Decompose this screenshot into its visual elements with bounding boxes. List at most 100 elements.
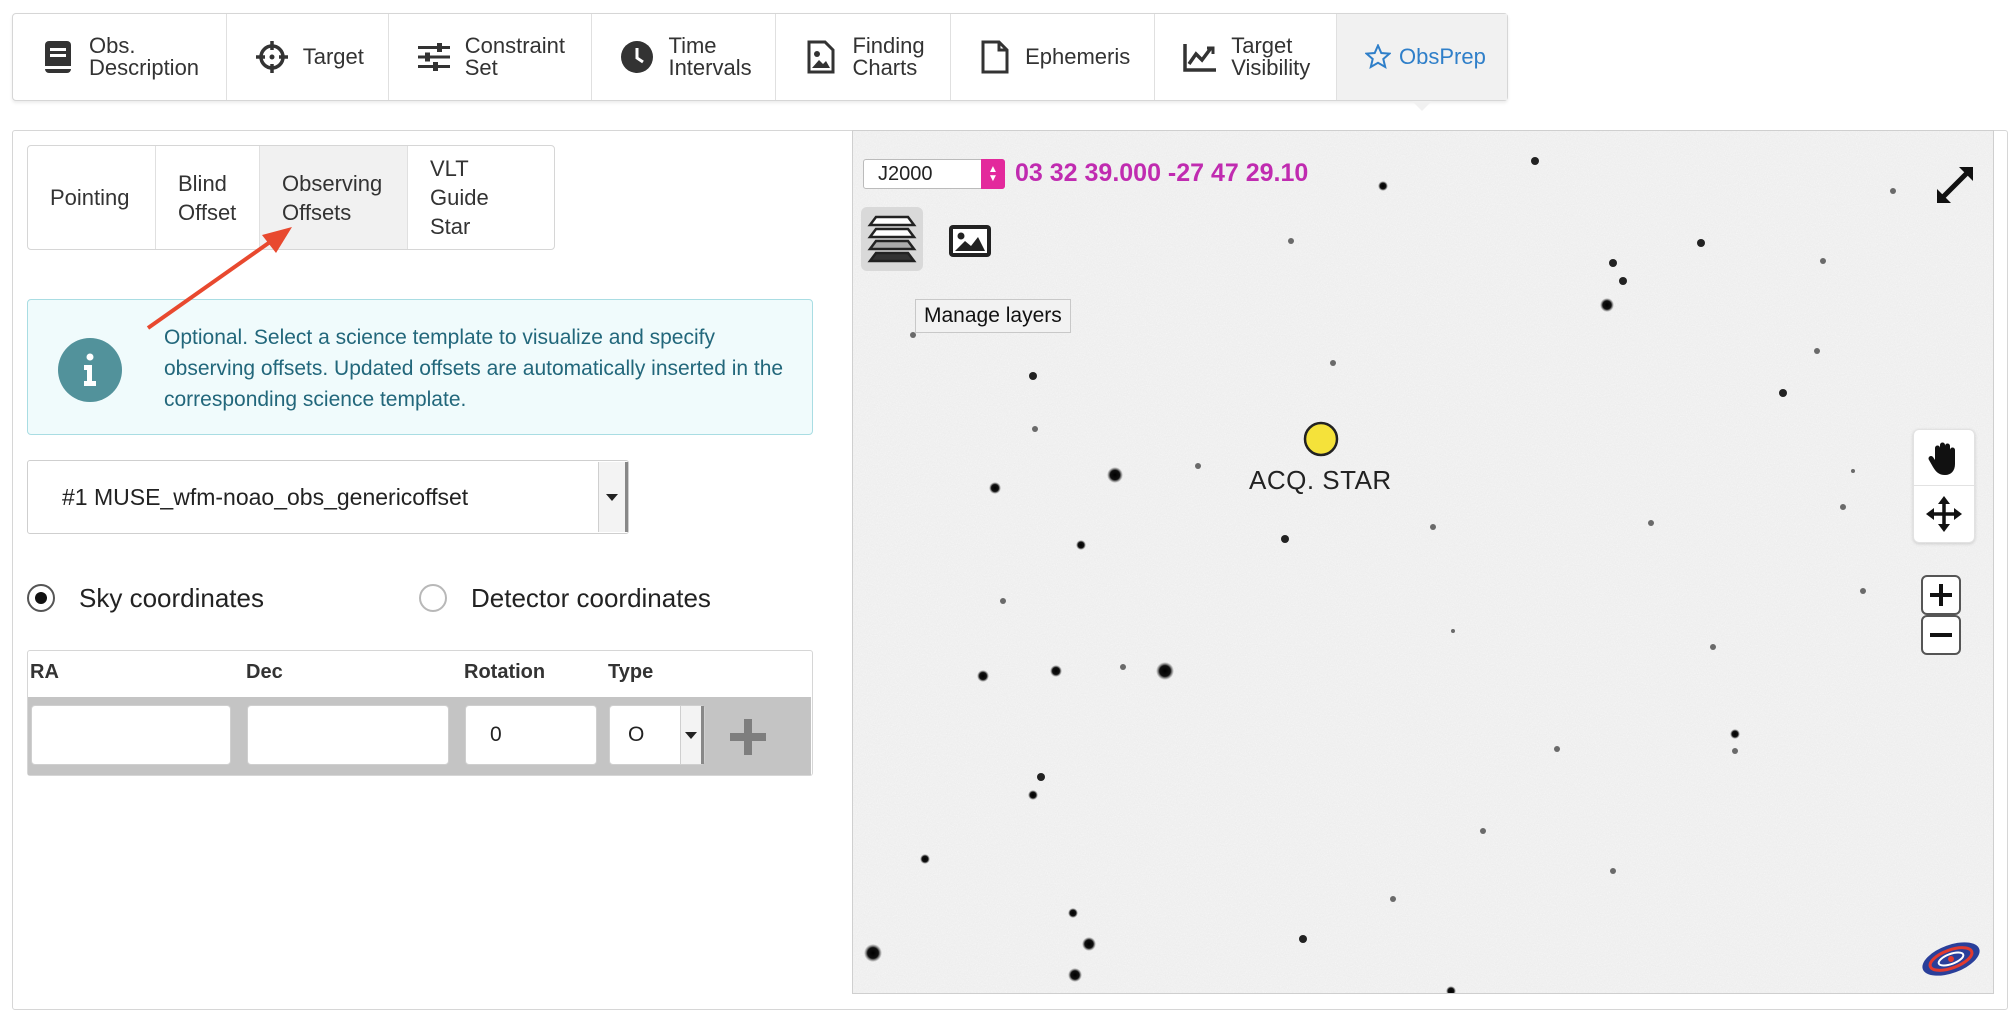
move-arrows-icon xyxy=(1926,496,1962,532)
manage-layers-button[interactable] xyxy=(861,207,923,271)
image-icon xyxy=(949,225,991,257)
star xyxy=(1851,469,1855,473)
star xyxy=(1820,258,1826,264)
star xyxy=(1082,937,1096,951)
tab-obs-description[interactable]: Obs. Description xyxy=(13,14,227,100)
move-button[interactable] xyxy=(1914,486,1974,542)
star xyxy=(1610,868,1616,874)
tab-target[interactable]: Target xyxy=(227,14,389,100)
star xyxy=(977,670,989,682)
book-icon xyxy=(41,40,75,74)
pan-tools xyxy=(1913,429,1975,543)
sky-image xyxy=(853,131,1993,993)
line-chart-icon xyxy=(1183,40,1217,74)
star xyxy=(1330,360,1336,366)
cursor-coordinates: 03 32 39.000 -27 47 29.10 xyxy=(1015,159,1309,187)
subtab-pointing[interactable]: Pointing xyxy=(28,146,156,249)
add-offset-button[interactable] xyxy=(728,717,768,757)
subtab-blind-offset[interactable]: Blind Offset xyxy=(156,146,260,249)
acquisition-star-marker[interactable] xyxy=(1303,421,1339,457)
star-icon xyxy=(1365,40,1391,74)
selected-template: #1 MUSE_wfm-noao_obs_genericoffset xyxy=(62,483,469,510)
zoom-in-button[interactable] xyxy=(1921,575,1961,615)
info-message: Optional. Select a science template to v… xyxy=(27,299,813,435)
sky-view[interactable]: J2000 ▲ ▼ 03 32 39.000 -27 47 29.10 Manag… xyxy=(852,130,1994,994)
tab-constraint-set[interactable]: Constraint Set xyxy=(389,14,593,100)
detector-coordinates-label: Detector coordinates xyxy=(471,582,711,613)
star xyxy=(1281,535,1289,543)
clock-icon xyxy=(620,40,654,74)
sky-coordinates-option[interactable]: Sky coordinates xyxy=(27,578,264,618)
tab-obsprep[interactable]: ObsPrep xyxy=(1337,14,1507,111)
subtab-label: VLT Guide Star xyxy=(430,156,489,239)
coordinate-frame-select[interactable]: J2000 ▲ ▼ xyxy=(863,159,1005,189)
tab-ephemeris[interactable]: Ephemeris xyxy=(951,14,1156,100)
star xyxy=(1730,729,1740,739)
star xyxy=(1068,968,1082,982)
chevron-down-icon[interactable] xyxy=(598,462,628,532)
column-header-type: Type xyxy=(608,661,654,683)
sky-coordinates-radio[interactable] xyxy=(27,584,55,612)
file-icon xyxy=(979,40,1011,74)
star xyxy=(1890,188,1896,194)
fullscreen-button[interactable] xyxy=(1933,163,1977,207)
coordinate-frame-value: J2000 xyxy=(878,162,933,185)
detector-coordinates-option[interactable]: Detector coordinates xyxy=(419,578,711,618)
sliders-icon xyxy=(417,40,451,74)
star xyxy=(1840,504,1846,510)
plus-icon xyxy=(1930,584,1952,606)
top-tab-bar: Obs. Description Target Constraint Set T… xyxy=(12,13,1508,111)
expand-icon xyxy=(1937,167,1973,203)
hand-icon xyxy=(1928,442,1955,475)
star xyxy=(1531,157,1539,165)
star xyxy=(1480,828,1486,834)
column-header-rotation: Rotation xyxy=(464,661,546,683)
tab-target-visibility[interactable]: Target Visibility xyxy=(1155,14,1337,100)
aladin-logo-icon xyxy=(1919,935,1983,981)
rotation-input[interactable]: 0 xyxy=(465,705,597,765)
subtab-label: Pointing xyxy=(50,185,130,210)
star xyxy=(1814,348,1820,354)
crosshair-icon xyxy=(255,40,289,74)
star xyxy=(1288,238,1294,244)
tab-label: Finding Charts xyxy=(852,33,925,80)
star xyxy=(1600,298,1614,312)
obsprep-sub-tabs: Pointing Blind Offset Observing Offsets … xyxy=(27,145,555,250)
star xyxy=(1032,426,1038,432)
type-select[interactable]: O xyxy=(609,705,705,765)
detector-coordinates-radio[interactable] xyxy=(419,584,447,612)
info-text: Optional. Select a science template to v… xyxy=(164,326,784,411)
subtab-vlt-guide-star[interactable]: VLT Guide Star xyxy=(408,146,554,249)
star xyxy=(1609,259,1617,267)
chevron-down-icon[interactable] xyxy=(680,706,704,764)
acquisition-star-label: ACQ. STAR xyxy=(1249,465,1392,495)
tab-label: ObsPrep xyxy=(1399,44,1486,69)
pan-button[interactable] xyxy=(1914,430,1974,486)
zoom-out-button[interactable] xyxy=(1921,615,1961,655)
tab-time-intervals[interactable]: Time Intervals xyxy=(592,14,777,100)
column-header-ra: RA xyxy=(30,661,59,683)
subtab-observing-offsets[interactable]: Observing Offsets xyxy=(260,146,408,249)
ra-input[interactable] xyxy=(31,705,231,765)
star xyxy=(1378,181,1388,191)
chevron-updown-icon[interactable]: ▲ ▼ xyxy=(981,159,1005,189)
subtab-label: Blind Offset xyxy=(178,170,237,225)
dec-input[interactable] xyxy=(247,705,449,765)
science-template-select[interactable]: #1 MUSE_wfm-noao_obs_genericoffset xyxy=(27,460,629,534)
star xyxy=(1107,467,1123,483)
star xyxy=(1156,662,1174,680)
star xyxy=(1451,629,1455,633)
star xyxy=(1299,935,1307,943)
tab-label: Target xyxy=(302,44,364,69)
layers-icon xyxy=(867,215,917,263)
info-icon xyxy=(58,338,122,402)
tab-label: Target Visibility xyxy=(1231,33,1311,80)
tab-finding-charts[interactable]: Finding Charts xyxy=(776,14,952,100)
star xyxy=(1779,389,1787,397)
star xyxy=(1648,520,1654,526)
manage-layers-tooltip: Manage layers xyxy=(915,299,1071,333)
star xyxy=(989,482,1001,494)
star xyxy=(1037,773,1045,781)
star xyxy=(1860,588,1866,594)
image-survey-button[interactable] xyxy=(947,223,993,259)
